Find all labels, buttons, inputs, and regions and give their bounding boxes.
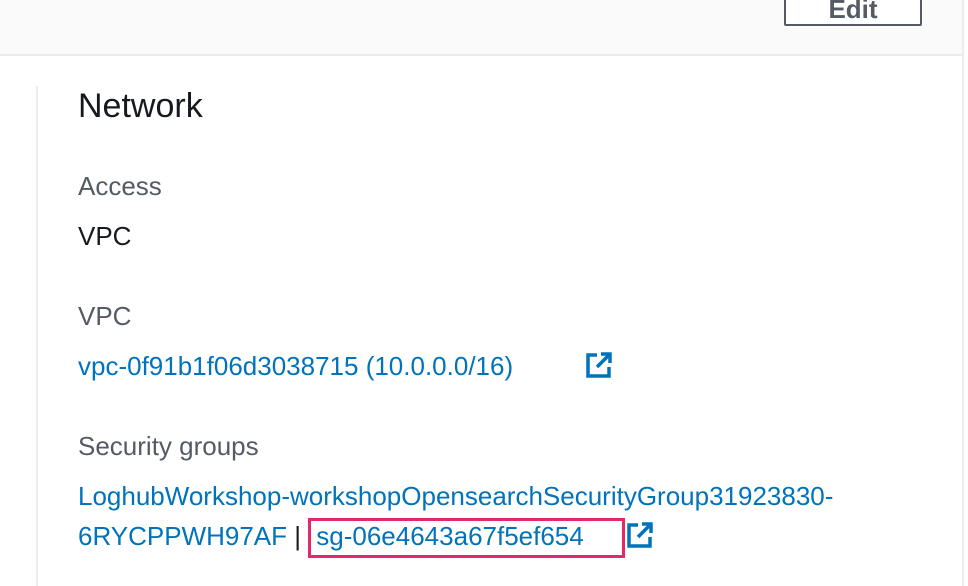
separator: | xyxy=(294,521,302,551)
external-link-icon[interactable] xyxy=(626,521,654,549)
access-label: Access xyxy=(78,171,162,201)
highlight-box xyxy=(308,518,625,558)
section-title: Network xyxy=(78,87,203,125)
vpc-link[interactable]: vpc-0f91b1f06d3038715 (10.0.0.0/16) xyxy=(78,350,513,382)
network-panel-page: Edit Network Access VPC VPC vpc-0f91b1f0… xyxy=(0,0,968,586)
external-link-icon[interactable] xyxy=(585,351,613,379)
security-group-name-line2[interactable]: 6RYCPPWH97AF xyxy=(78,521,287,551)
panel-right-border xyxy=(962,0,964,586)
security-groups-label: Security groups xyxy=(78,431,259,461)
column-divider xyxy=(36,86,38,586)
access-value: VPC xyxy=(78,221,132,251)
edit-button[interactable]: Edit xyxy=(784,0,922,26)
header-band: Edit xyxy=(0,0,962,56)
security-group-name-line1[interactable]: LoghubWorkshop-workshopOpensearchSecurit… xyxy=(78,480,833,512)
vpc-label: VPC xyxy=(78,301,132,331)
